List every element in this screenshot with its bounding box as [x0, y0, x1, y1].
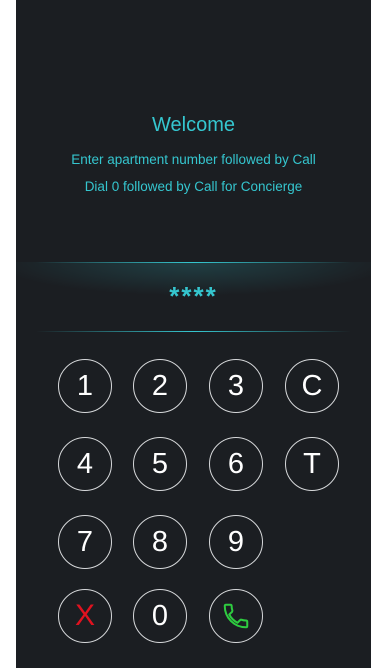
phone-icon: [223, 603, 249, 629]
display-bottom-line: [36, 331, 351, 332]
intercom-screen: Welcome Enter apartment number followed …: [16, 0, 371, 668]
key-5[interactable]: 5: [133, 437, 187, 491]
t-button[interactable]: T: [285, 437, 339, 491]
key-1[interactable]: 1: [58, 359, 112, 413]
instruction-apartment: Enter apartment number followed by Call: [71, 152, 316, 167]
clear-button[interactable]: C: [285, 359, 339, 413]
key-6[interactable]: 6: [209, 437, 263, 491]
key-2[interactable]: 2: [133, 359, 187, 413]
key-7[interactable]: 7: [58, 515, 112, 569]
code-display: ****: [16, 262, 371, 332]
entered-code: ****: [169, 281, 218, 311]
cancel-button[interactable]: X: [58, 589, 112, 643]
key-8[interactable]: 8: [133, 515, 187, 569]
key-9[interactable]: 9: [209, 515, 263, 569]
display-top-line: [36, 262, 351, 263]
welcome-title: Welcome: [152, 114, 235, 136]
cancel-x-icon: X: [74, 599, 95, 632]
key-0[interactable]: 0: [133, 589, 187, 643]
instruction-concierge: Dial 0 followed by Call for Concierge: [84, 179, 303, 194]
call-button[interactable]: [209, 589, 263, 643]
key-4[interactable]: 4: [58, 437, 112, 491]
key-3[interactable]: 3: [209, 359, 263, 413]
